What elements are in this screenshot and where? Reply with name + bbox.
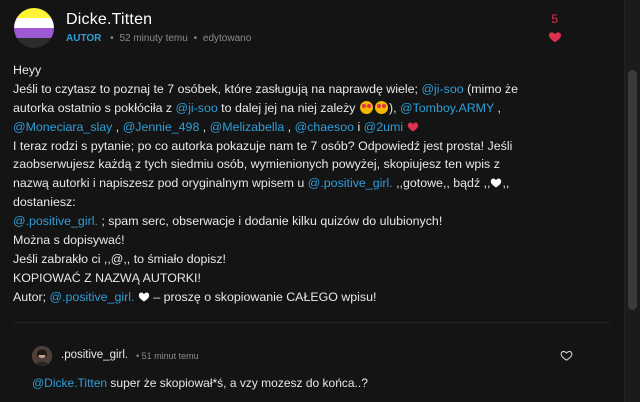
comment-author-avatar[interactable] xyxy=(32,346,52,366)
post-text: , xyxy=(494,100,501,115)
post-container: Dicke.Titten AUTOR • 52 minuty temu • ed… xyxy=(0,0,624,402)
post-line: Jeśli zabrakło ci ,,@,, to śmiało dopisz… xyxy=(13,250,613,269)
post-line: Można s dopisywać! xyxy=(13,231,613,250)
post-text: – proszę o skopiowanie CAŁEGO wpisu! xyxy=(149,289,377,304)
post-text: Autor; xyxy=(13,289,50,304)
comment-text: @Dicke.Titten super że skopiował*ś, a vz… xyxy=(32,376,368,390)
mention-link[interactable]: @2umi xyxy=(364,120,403,134)
post-line: zaobserwujesz każdą z tych siedmiu osób,… xyxy=(13,155,613,174)
post-meta: AUTOR • 52 minuty temu • edytowano xyxy=(66,33,251,44)
author-avatar[interactable] xyxy=(14,8,54,48)
post-author-name[interactable]: Dicke.Titten xyxy=(66,11,152,29)
post-line: nazwą autorki i napiszesz pod oryginalny… xyxy=(13,174,613,193)
meta-separator: • xyxy=(110,33,114,44)
mention-link[interactable]: @.positive_girl. xyxy=(50,290,135,304)
post-text: nazwą autorki i napiszesz pod oryginalny… xyxy=(13,176,308,191)
post-text: Można s dopisywać! xyxy=(13,233,125,248)
post-line: I teraz rodzi s pytanie; po co autorka p… xyxy=(13,137,613,156)
author-badge: AUTOR xyxy=(66,33,102,44)
red-heart-icon xyxy=(407,122,418,132)
mention-link[interactable]: @ji-soo xyxy=(421,82,463,96)
avatar-photo xyxy=(32,346,52,366)
post-line: Heyy xyxy=(13,61,613,80)
post-header: Dicke.Titten AUTOR • 52 minuty temu • ed… xyxy=(14,8,614,48)
post-line: autorka ostatnio s pokłóciła z @ji-soo t… xyxy=(13,99,613,118)
comment-like-heart-icon[interactable] xyxy=(560,349,573,362)
meta-separator: • xyxy=(193,33,198,44)
post-text: , xyxy=(284,119,295,134)
post-text: (mimo że xyxy=(463,81,519,96)
like-count: 5 xyxy=(551,12,558,26)
post-text: ,,gotowe,, bądź ,, xyxy=(392,176,491,191)
heart-icon[interactable] xyxy=(548,30,562,44)
post-text: Jeśli to czytasz to poznaj te 7 osóbek, … xyxy=(13,81,422,96)
scrollbar-track[interactable] xyxy=(624,0,640,402)
mention-link[interactable]: @ji-soo xyxy=(176,101,218,115)
post-text: ,, xyxy=(502,176,510,191)
mention-link[interactable]: @.positive_girl. xyxy=(13,214,98,228)
post-text: dostaniesz: xyxy=(13,195,76,210)
mention-link[interactable]: @chaesoo xyxy=(295,120,354,134)
comment-time: • 51 minut temu xyxy=(136,351,199,361)
scrollbar-thumb[interactable] xyxy=(628,70,637,310)
post-line: @.positive_girl. ; spam serc, obserwacje… xyxy=(13,212,613,231)
comment-author-name[interactable]: .positive_girl. xyxy=(61,349,128,361)
mention-link[interactable]: @Jennie_498 xyxy=(123,120,200,134)
post-line: KOPIOWAĆ Z NAZWĄ AUTORKI! xyxy=(13,269,613,288)
comment-mention-link[interactable]: @Dicke.Titten xyxy=(32,376,107,390)
star-eyes-emoji xyxy=(374,100,388,114)
white-heart-icon xyxy=(491,178,502,188)
post-text: Heyy xyxy=(13,63,42,77)
comment-time-text: 51 minut temu xyxy=(141,351,199,361)
divider xyxy=(14,322,610,323)
post-text: ), xyxy=(388,100,400,115)
post-text: zaobserwujesz każdą z tych siedmiu osób,… xyxy=(13,157,500,172)
post-text: I teraz rodzi s pytanie; po co autorka p… xyxy=(13,138,513,153)
star-eyes-emoji xyxy=(359,100,373,114)
post-line: Autor; @.positive_girl. – proszę o skopi… xyxy=(13,288,613,307)
mention-link[interactable]: @Tomboy.ARMY xyxy=(400,101,494,115)
post-line: @Moneciara_slay , @Jennie_498 , @Melizab… xyxy=(13,118,613,137)
post-text: , xyxy=(112,119,123,134)
mention-link[interactable]: @Moneciara_slay xyxy=(13,120,112,134)
post-time: 52 minuty temu xyxy=(119,33,188,44)
white-heart-icon xyxy=(138,292,150,302)
post-line: dostaniesz: xyxy=(13,193,613,212)
post-text: i xyxy=(354,119,364,134)
mention-link[interactable]: @.positive_girl. xyxy=(308,176,393,190)
post-edited-label: edytowano xyxy=(202,33,252,44)
nonbinary-flag-avatar-image xyxy=(14,8,54,48)
post-text: Jeśli zabrakło ci ,,@,, to śmiało dopisz… xyxy=(13,251,226,266)
post-text: to dalej jej na niej zależy xyxy=(217,100,359,115)
post-text: , xyxy=(199,119,210,134)
post-line: Jeśli to czytasz to poznaj te 7 osóbek, … xyxy=(13,80,613,99)
post-body: Heyy Jeśli to czytasz to poznaj te 7 osób… xyxy=(13,61,613,307)
post-text: autorka ostatnio s pokłóciła z xyxy=(13,100,176,115)
mention-link[interactable]: @Melizabella xyxy=(210,120,285,134)
post-text: ; spam serc, obserwacje i dodanie kilku … xyxy=(97,214,443,229)
comment-body: super że skopiował*ś, a vzy mozesz do ko… xyxy=(107,376,368,390)
post-text: KOPIOWAĆ Z NAZWĄ AUTORKI! xyxy=(13,270,201,285)
